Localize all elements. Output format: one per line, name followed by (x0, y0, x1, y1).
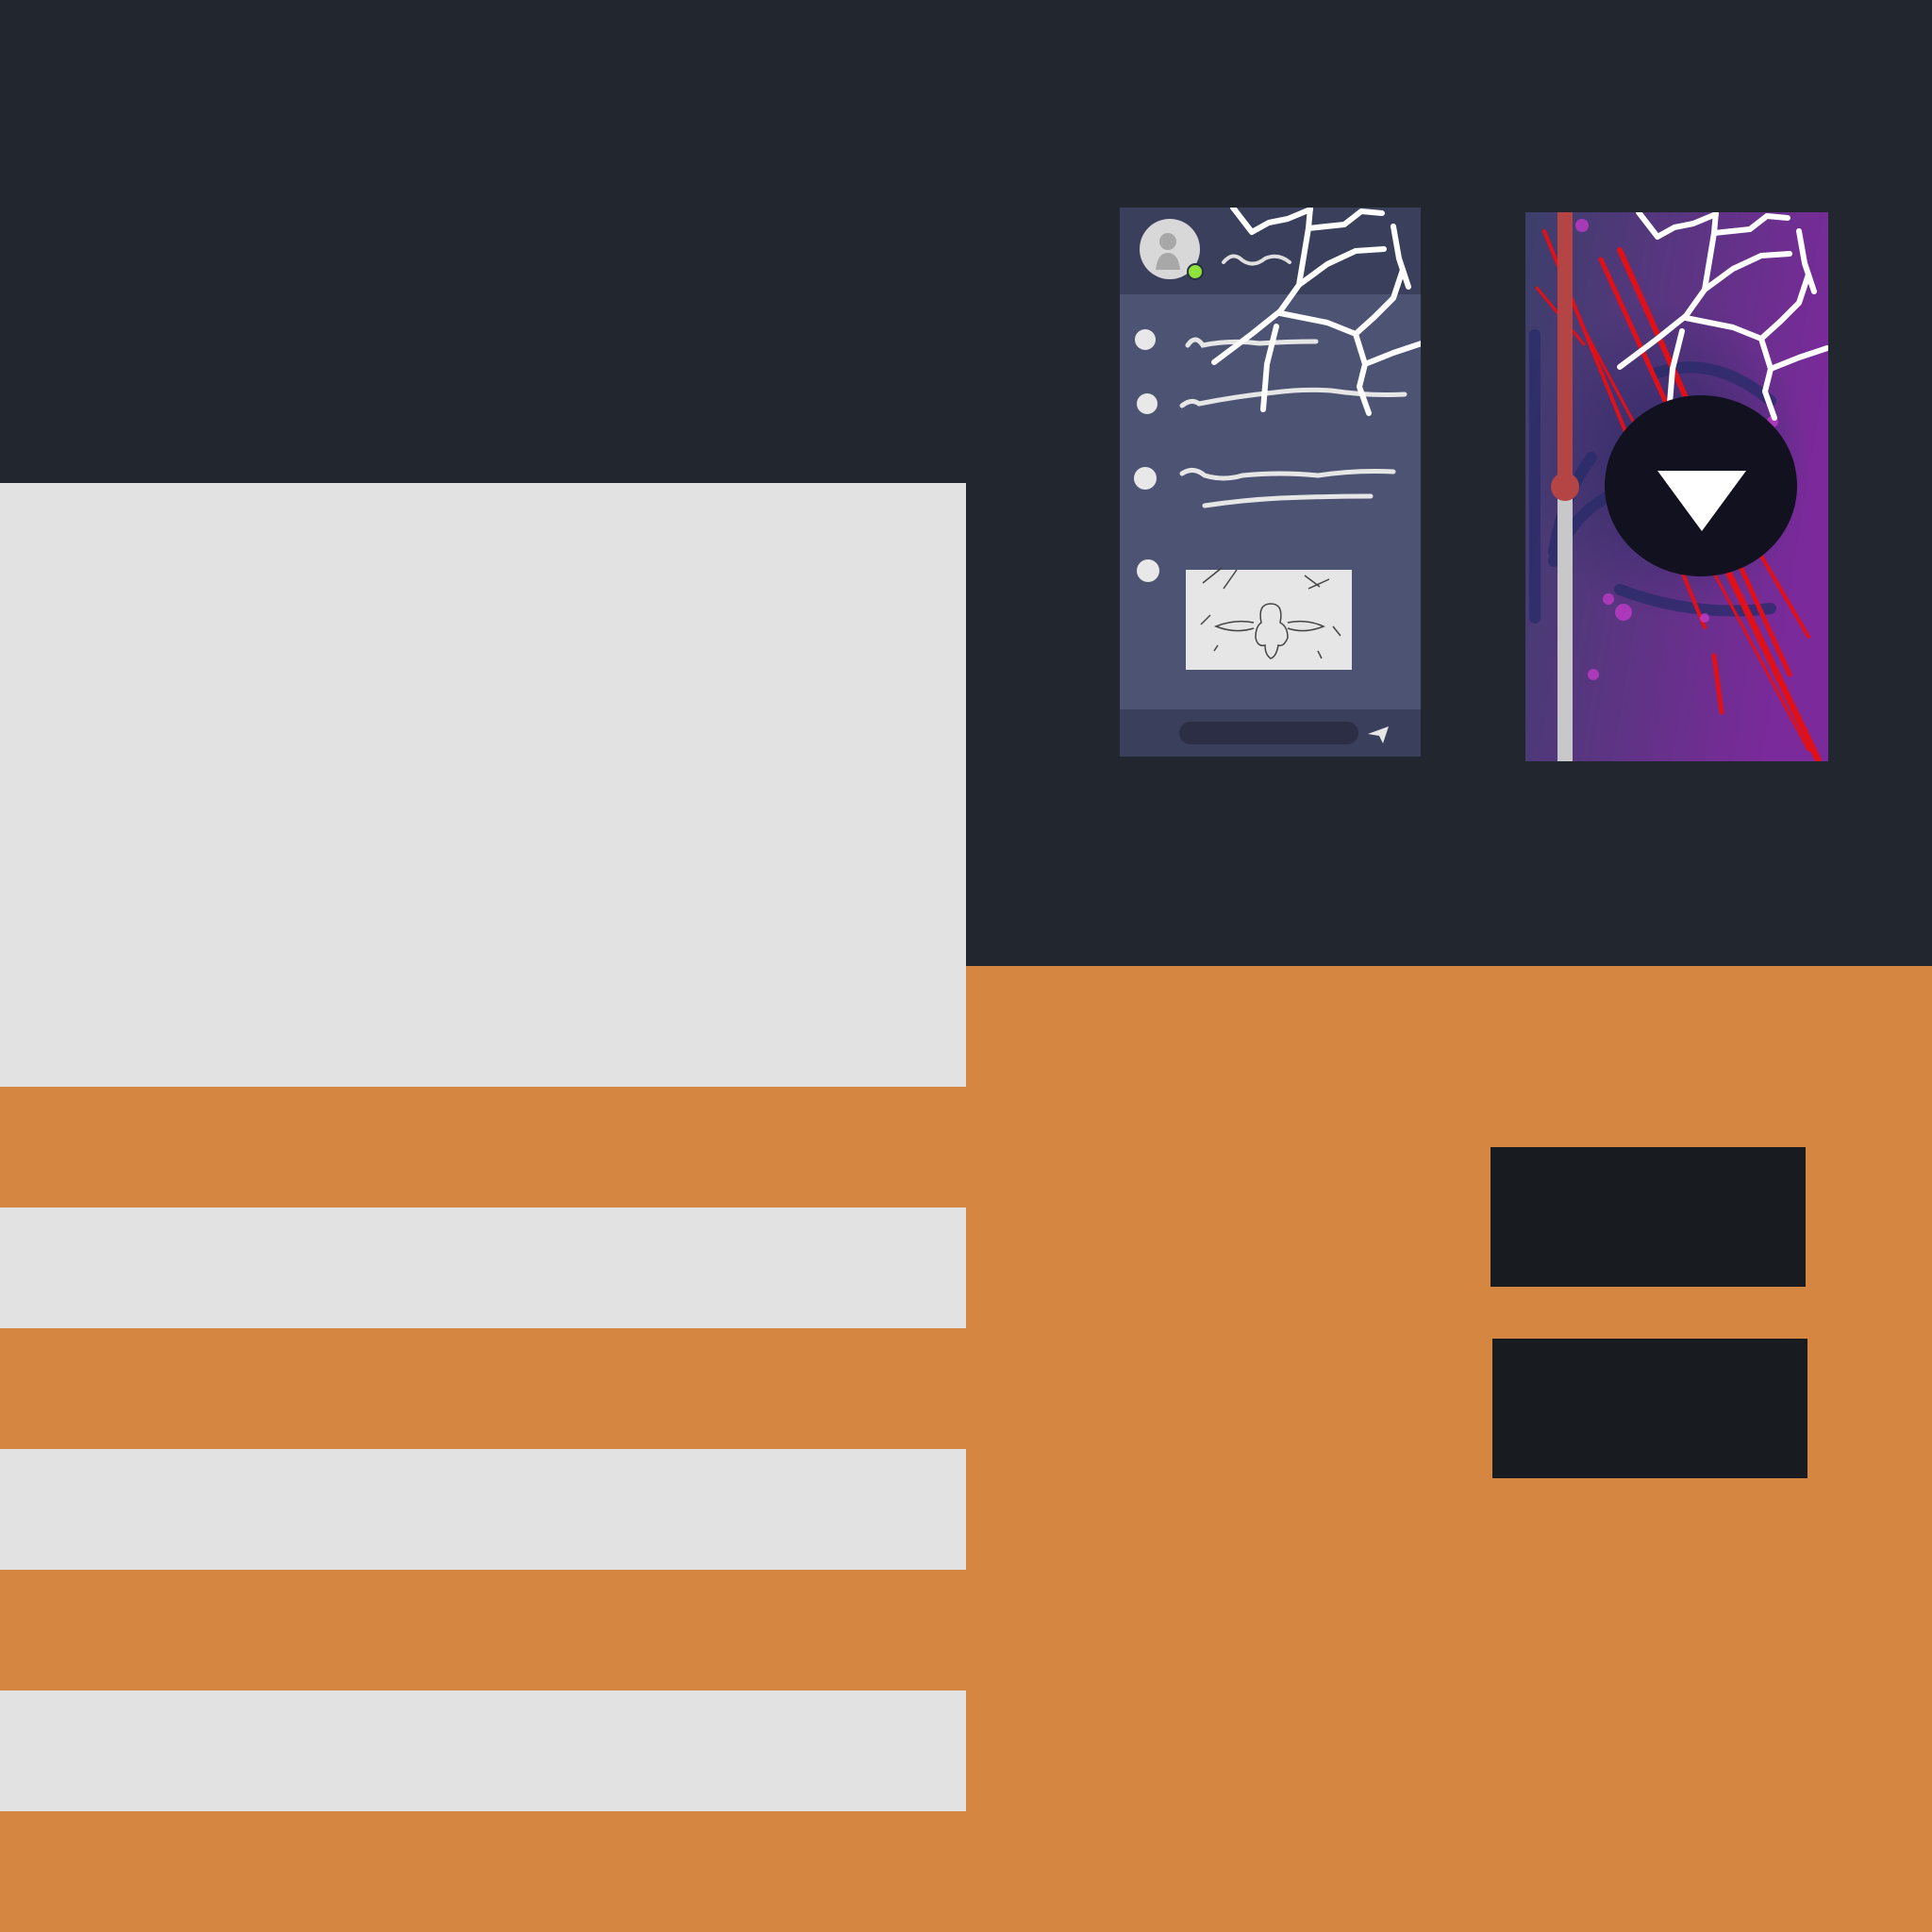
progress-fill (1557, 212, 1573, 487)
list-item[interactable] (0, 1449, 966, 1570)
list-panel (0, 483, 966, 1932)
chat-thumbnail[interactable] (1120, 208, 1421, 757)
list-item[interactable] (0, 1208, 966, 1328)
play-button[interactable] (1605, 395, 1797, 576)
dark-button-2[interactable] (1492, 1339, 1807, 1478)
progress-knob[interactable] (1551, 473, 1579, 501)
message-input[interactable] (1179, 722, 1358, 744)
image-attachment[interactable] (1186, 567, 1352, 670)
game-thumbnail[interactable] (1525, 212, 1828, 761)
large-light-block[interactable] (0, 483, 966, 1087)
list-item[interactable] (0, 1690, 966, 1811)
dark-button-1[interactable] (1491, 1147, 1806, 1287)
chat-thumbnail-art (1120, 208, 1421, 757)
game-thumbnail-art (1525, 212, 1828, 761)
